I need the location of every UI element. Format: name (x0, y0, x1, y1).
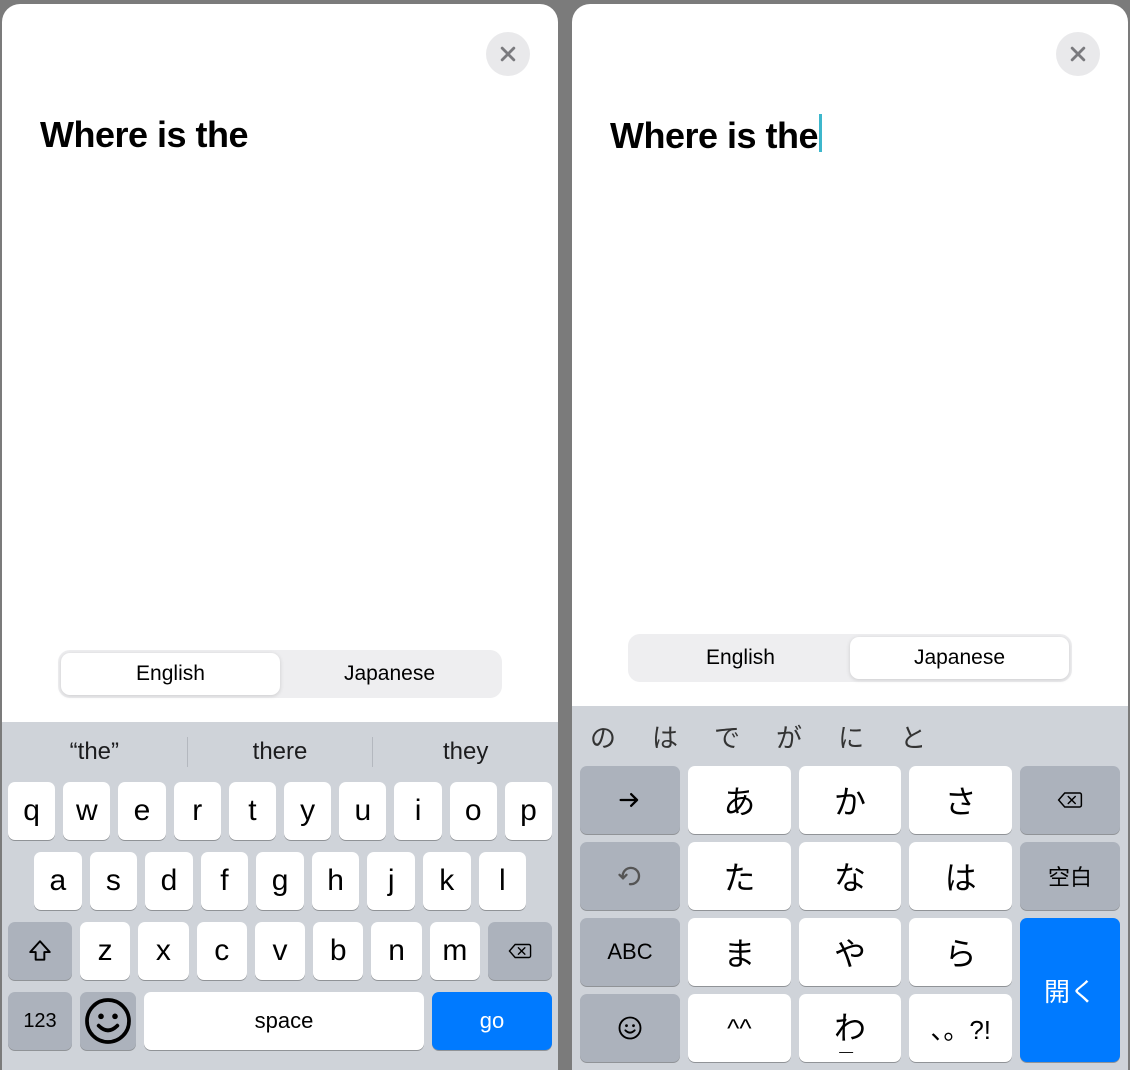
kana-ha[interactable]: は (909, 842, 1012, 910)
lang-english-seg[interactable]: English (631, 637, 850, 679)
screen-divider (560, 0, 570, 1070)
emoji-icon (80, 993, 136, 1049)
key-y[interactable]: y (284, 782, 331, 840)
key-l[interactable]: l (479, 852, 527, 910)
key-d[interactable]: d (145, 852, 193, 910)
kana-sa[interactable]: さ (909, 766, 1012, 834)
kana-na[interactable]: な (799, 842, 902, 910)
key-j[interactable]: j (367, 852, 415, 910)
suggestion-ga[interactable]: が (776, 718, 802, 755)
kana-grid: あ か さ (580, 766, 1120, 1062)
suggestion-ha[interactable]: は (652, 718, 678, 755)
suggestion-bar: の は で が に と (572, 706, 1128, 766)
suggestion-1[interactable]: “the” (2, 738, 187, 766)
key-u[interactable]: u (339, 782, 386, 840)
screen-english: Where is the English Japanese “the” ther… (2, 4, 558, 1070)
input-text[interactable]: Where is the (610, 115, 818, 157)
key-i[interactable]: i (394, 782, 441, 840)
punct-key[interactable]: 、。?! (909, 994, 1012, 1062)
kana-wa[interactable]: わ — (799, 994, 902, 1062)
abc-key[interactable]: ABC (580, 918, 680, 986)
key-c[interactable]: c (197, 922, 247, 980)
backspace-key[interactable] (1020, 766, 1120, 834)
suggestion-bar: “the” there they (2, 722, 558, 782)
go-key[interactable]: go (432, 992, 552, 1050)
backspace-icon (1056, 786, 1084, 814)
suggestion-no[interactable]: の (590, 718, 616, 755)
suggestion-3[interactable]: they (373, 738, 558, 766)
lang-japanese-seg[interactable]: Japanese (850, 637, 1069, 679)
kana-wa-label: わ (834, 1012, 866, 1044)
key-g[interactable]: g (256, 852, 304, 910)
content-area: Where is the English Japanese (2, 4, 558, 722)
key-p[interactable]: p (505, 782, 552, 840)
shift-icon (27, 938, 53, 964)
key-h[interactable]: h (312, 852, 360, 910)
kana-ma[interactable]: ま (688, 918, 791, 986)
suggestion-ni[interactable]: に (838, 718, 864, 755)
key-x[interactable]: x (138, 922, 188, 980)
language-toggle: English Japanese (628, 634, 1072, 682)
text-cursor (819, 114, 822, 152)
key-row-2: a s d f g h j k l (2, 852, 558, 910)
kana-a[interactable]: あ (688, 766, 791, 834)
key-b[interactable]: b (313, 922, 363, 980)
faces-key[interactable]: ^^ (688, 994, 791, 1062)
kana-ka[interactable]: か (799, 766, 902, 834)
backspace-icon (507, 938, 533, 964)
key-f[interactable]: f (201, 852, 249, 910)
key-row-3: z x c v b n m (2, 922, 558, 980)
key-m[interactable]: m (430, 922, 480, 980)
key-a[interactable]: a (34, 852, 82, 910)
arrow-right-icon (616, 786, 644, 814)
input-text[interactable]: Where is the (40, 114, 520, 156)
punct-key-label: 、。?! (930, 1010, 991, 1047)
key-w[interactable]: w (63, 782, 110, 840)
key-q[interactable]: q (8, 782, 55, 840)
kana-ta[interactable]: た (688, 842, 791, 910)
space-key-jp[interactable]: 空白 (1020, 842, 1120, 910)
key-row-bottom: 123 space go (2, 992, 558, 1050)
next-candidate-key[interactable] (580, 766, 680, 834)
content-area: Where is the English Japanese (572, 4, 1128, 706)
lang-japanese-seg[interactable]: Japanese (280, 653, 499, 695)
undo-icon (616, 862, 644, 890)
close-icon (1068, 44, 1088, 64)
key-e[interactable]: e (118, 782, 165, 840)
numbers-key[interactable]: 123 (8, 992, 72, 1050)
key-o[interactable]: o (450, 782, 497, 840)
suggestion-to[interactable]: と (900, 718, 926, 755)
key-row-1: q w e r t y u i o p (2, 782, 558, 840)
undo-key[interactable] (580, 842, 680, 910)
key-r[interactable]: r (174, 782, 221, 840)
suggestion-2[interactable]: there (188, 738, 373, 766)
kana-ra[interactable]: ら (909, 918, 1012, 986)
key-k[interactable]: k (423, 852, 471, 910)
kana-wa-sub: — (839, 1044, 861, 1058)
key-v[interactable]: v (255, 922, 305, 980)
key-s[interactable]: s (90, 852, 138, 910)
close-button[interactable] (486, 32, 530, 76)
emoji-key[interactable] (580, 994, 680, 1062)
keyboard-japanese: の は で が に と あ か さ (572, 706, 1128, 1070)
language-toggle: English Japanese (58, 650, 502, 698)
close-button[interactable] (1056, 32, 1100, 76)
kana-ya[interactable]: や (799, 918, 902, 986)
backspace-key[interactable] (488, 922, 552, 980)
emoji-key[interactable] (80, 992, 136, 1050)
keyboard-english: “the” there they q w e r t y u i o p a s (2, 722, 558, 1070)
suggestion-de[interactable]: で (714, 718, 740, 755)
key-z[interactable]: z (80, 922, 130, 980)
key-n[interactable]: n (371, 922, 421, 980)
lang-english-seg[interactable]: English (61, 653, 280, 695)
close-icon (498, 44, 518, 64)
screen-japanese: Where is the English Japanese の は で が に … (572, 4, 1128, 1070)
faces-key-label: ^^ (727, 1013, 751, 1044)
space-key[interactable]: space (144, 992, 424, 1050)
shift-key[interactable] (8, 922, 72, 980)
emoji-icon (616, 1014, 644, 1042)
open-key[interactable]: 開く (1020, 918, 1120, 1062)
key-t[interactable]: t (229, 782, 276, 840)
